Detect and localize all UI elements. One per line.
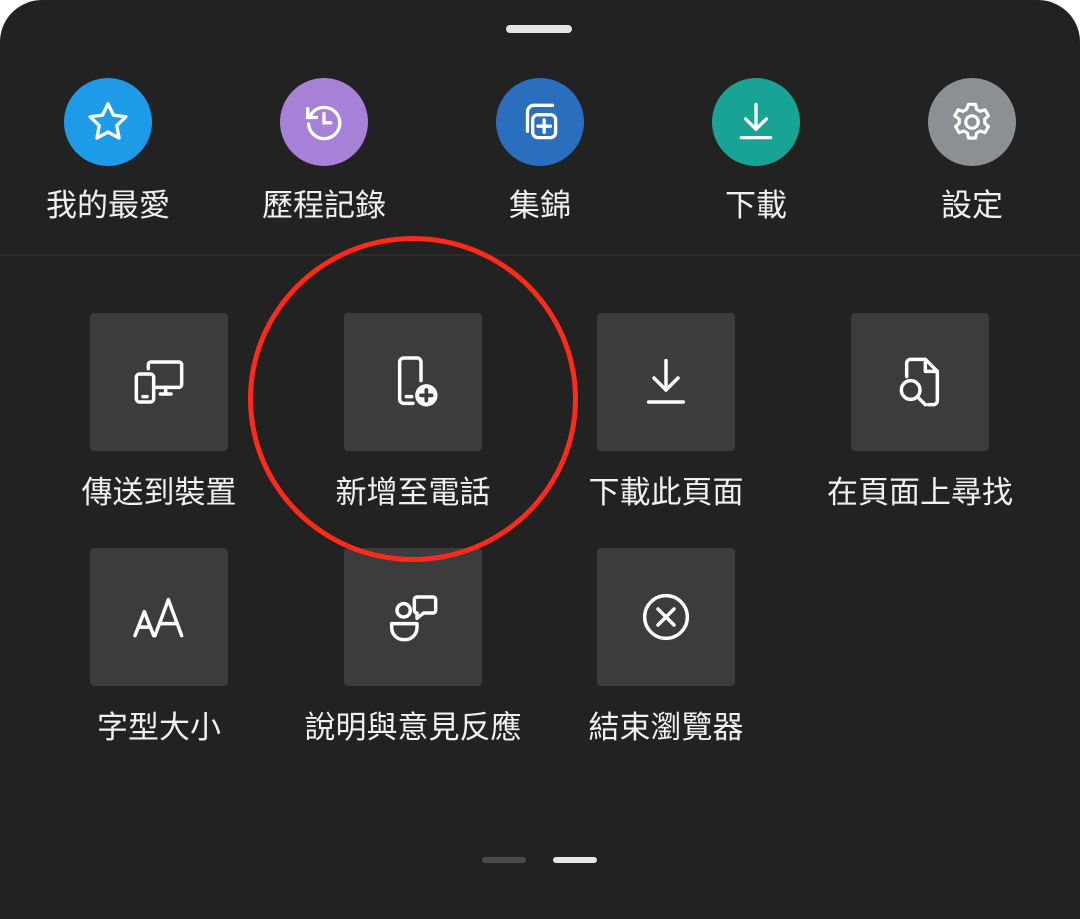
downloads-label: 下載: [725, 188, 787, 224]
collections-button[interactable]: 集錦: [460, 78, 620, 226]
font-size-icon: [90, 548, 228, 686]
star-icon: [64, 78, 152, 166]
add-to-phone-button[interactable]: 新增至電話: [283, 313, 543, 513]
download-icon: [712, 78, 800, 166]
page-indicator-2[interactable]: [553, 857, 597, 863]
gear-icon: [928, 78, 1016, 166]
settings-label: 設定: [941, 188, 1003, 224]
settings-button[interactable]: 設定: [892, 78, 1052, 226]
help-feedback-icon: [344, 548, 482, 686]
close-browser-label: 結束瀏覽器: [588, 710, 744, 746]
send-to-device-icon: [90, 313, 228, 451]
find-on-page-label: 在頁面上尋找: [827, 475, 1013, 511]
help-feedback-label: 說明與意見反應: [304, 710, 522, 746]
send-to-device-button[interactable]: 傳送到裝置: [29, 313, 289, 513]
download-page-label: 下載此頁面: [588, 475, 744, 511]
history-button[interactable]: 歷程記錄: [244, 78, 404, 226]
close-browser-icon: [597, 548, 735, 686]
browser-menu-sheet: 我的最愛 歷程記錄 集錦 下載 設定 傳送到裝置 新增至電話 下載此頁面 在頁面…: [0, 0, 1080, 919]
collections-label: 集錦: [509, 188, 571, 224]
page-indicator-1[interactable]: [482, 857, 526, 863]
find-on-page-button[interactable]: 在頁面上尋找: [790, 313, 1050, 513]
collections-icon: [496, 78, 584, 166]
history-label: 歷程記錄: [262, 188, 386, 224]
add-to-phone-icon: [344, 313, 482, 451]
favorites-label: 我的最愛: [46, 188, 170, 224]
find-on-page-icon: [851, 313, 989, 451]
send-to-device-label: 傳送到裝置: [81, 475, 237, 511]
help-feedback-button[interactable]: 說明與意見反應: [283, 548, 543, 748]
font-size-label: 字型大小: [97, 710, 221, 746]
history-icon: [280, 78, 368, 166]
download-page-button[interactable]: 下載此頁面: [536, 313, 796, 513]
add-to-phone-label: 新增至電話: [335, 475, 491, 511]
downloads-button[interactable]: 下載: [676, 78, 836, 226]
font-size-button[interactable]: 字型大小: [29, 548, 289, 748]
favorites-button[interactable]: 我的最愛: [28, 78, 188, 226]
close-browser-button[interactable]: 結束瀏覽器: [536, 548, 796, 748]
divider: [0, 254, 1080, 256]
download-page-icon: [597, 313, 735, 451]
drag-handle[interactable]: [506, 25, 572, 33]
